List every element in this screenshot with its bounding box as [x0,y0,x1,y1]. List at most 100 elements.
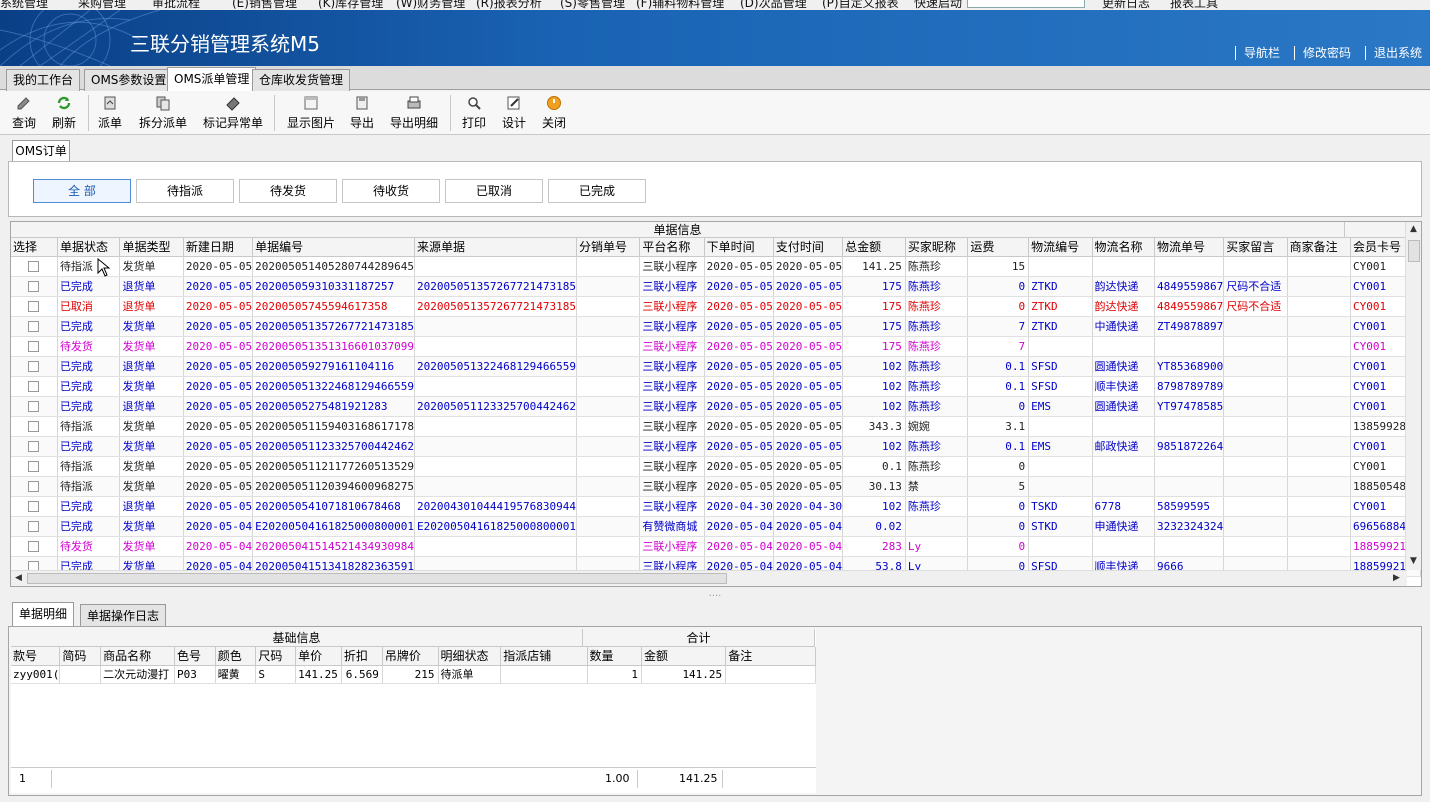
grid-horizontal-scrollbar[interactable]: ◀ ▶ [11,570,1407,586]
tab-warehouse[interactable]: 仓库收发货管理 [252,69,351,91]
grid-vertical-scrollbar[interactable]: ▲ ▼ [1405,222,1421,570]
refresh-button[interactable]: 刷新 [50,95,78,133]
menu-item-5[interactable]: (W)财务管理 [396,0,465,10]
table-row[interactable]: 已完成 退货单 2020-05-05 202005052754819212​83 202… [11,396,1421,417]
column-header[interactable]: 新建日期 [183,238,254,257]
table-row[interactable]: 待指派 发货单 2020-05-05 202005051120394600968275… [11,476,1421,497]
scroll-left-icon[interactable]: ◀ [15,573,22,583]
row-checkbox[interactable] [28,361,40,372]
menu-item-3[interactable]: (E)销售管理 [232,0,297,10]
column-header[interactable]: 商家备注 [1287,238,1351,257]
filter-all-button[interactable]: 全 部 [33,179,131,203]
table-row[interactable]: 已完成 退货单 2020-05-05 202005059310331187257 202… [11,276,1421,297]
menu-item-10[interactable]: (P)自定义报表 [822,0,899,10]
table-row[interactable]: 已完成 发货单 2020-05-05 202005051357267721473185… [11,316,1421,337]
menu-item-11[interactable]: 快速启动 [914,0,962,10]
column-header[interactable]: 物流编号 [1028,238,1093,257]
grid-hscroll-thumb[interactable] [27,573,727,584]
row-checkbox[interactable] [28,301,40,312]
detail-column-header[interactable]: 单价 [295,647,342,666]
table-row[interactable]: 已完成 退货单 2020-05-05 202005054107181067846​8 2… [11,496,1421,517]
row-checkbox[interactable] [28,321,40,332]
column-header[interactable]: 分销单号 [576,238,641,257]
detail-column-header[interactable]: 简码 [59,647,102,666]
tab-oms-dispatch[interactable]: OMS派单管理 [167,67,257,91]
table-row[interactable]: 已取消 退货单 2020-05-05 202005057455946173​58 202… [11,296,1421,317]
grid-vscroll-thumb[interactable] [1408,240,1420,262]
menu-item-6[interactable]: (R)报表分析 [476,0,542,10]
menu-item-1[interactable]: 采购管理 [78,0,126,10]
split-dispatch-button[interactable]: 拆分派单 [138,95,188,133]
column-header[interactable]: 总金额 [842,238,906,257]
scroll-right-icon[interactable]: ▶ [1393,573,1400,583]
menu-item-7[interactable]: (S)零售管理 [560,0,625,10]
filter-cancelled-button[interactable]: 已取消 [445,179,543,203]
menu-item-8[interactable]: (F)辅料物料管理 [636,0,724,10]
detail-column-header[interactable]: 款号 [11,647,61,666]
detail-column-header[interactable]: 商品名称 [100,647,175,666]
row-checkbox[interactable] [28,421,40,432]
row-checkbox[interactable] [28,261,40,272]
design-button[interactable]: 设计 [500,95,528,133]
query-button[interactable]: 查询 [10,95,38,133]
column-header[interactable]: 买家留言 [1223,238,1288,257]
column-header[interactable]: 单据编号 [252,238,416,257]
row-checkbox[interactable] [28,441,40,452]
change-password-link[interactable]: 修改密码 [1293,46,1355,60]
column-header[interactable]: 单据类型 [119,238,184,257]
detail-column-header[interactable]: 备注 [725,647,816,666]
detail-column-header[interactable]: 色号 [174,647,216,666]
menu-item-9[interactable]: (D)次品管理 [740,0,807,10]
menu-item-12[interactable]: 更新日志 [1102,0,1150,10]
row-checkbox[interactable] [28,541,40,552]
nav-bar-link[interactable]: 导航栏 [1234,46,1284,60]
column-header[interactable]: 来源单据 [414,238,577,257]
dispatch-button[interactable]: 派单 [96,95,124,133]
table-row[interactable]: 已完成 退货单 2020-05-05 202005059279161104116 202… [11,356,1421,377]
logout-link[interactable]: 退出系统 [1364,46,1426,60]
column-header[interactable]: 平台名称 [639,238,705,257]
table-row[interactable]: 已完成 发货单 2020-05-04 E202005041618250008000​0… [11,516,1421,537]
table-row[interactable]: 待指派 发货单 2020-05-05 202005051121177260513529… [11,456,1421,477]
quick-launch-input[interactable] [967,0,1085,8]
row-checkbox[interactable] [28,341,40,352]
menu-item-0[interactable]: 系统管理 [0,0,48,10]
table-row[interactable]: 待发货 发货单 2020-05-05 202005051351316601037099… [11,336,1421,357]
mark-exception-button[interactable]: 标记异常单 [202,95,264,133]
table-row[interactable]: 已完成 发货单 2020-05-05 202005051322468129466559… [11,376,1421,397]
detail-column-header[interactable]: 金额 [641,647,727,666]
tab-oms-settings[interactable]: OMS参数设置 [84,69,174,91]
filter-pending-receive-button[interactable]: 待收货 [342,179,440,203]
detail-column-header[interactable]: 指派店铺 [500,647,588,666]
table-row[interactable]: 已完成 发货单 2020-05-05 202005051123325700442462… [11,436,1421,457]
tab-oms-orders[interactable]: OMS订单 [12,140,70,162]
menu-item-4[interactable]: (K)库存管理 [318,0,383,10]
column-header[interactable]: 运费 [967,238,1030,257]
print-button[interactable]: 打印 [460,95,488,133]
show-image-button[interactable]: 显示图片 [286,95,336,133]
tab-operation-log[interactable]: 单据操作日志 [80,604,167,628]
row-checkbox[interactable] [28,461,40,472]
tab-workbench[interactable]: 我的工作台 [6,69,81,91]
column-header[interactable]: 物流单号 [1154,238,1225,257]
detail-column-header[interactable]: 折扣 [341,647,383,666]
detail-column-header[interactable]: 尺码 [255,647,297,666]
scroll-down-icon[interactable]: ▼ [1410,556,1417,566]
close-button[interactable]: 关闭 [540,95,568,133]
detail-column-header[interactable]: 颜色 [215,647,257,666]
row-checkbox[interactable] [28,481,40,492]
table-row[interactable]: 待指派 发货单 2020-05-05 202005051159403168617178… [11,416,1421,437]
table-row[interactable]: 待指派 发货单 2020-05-05 202005051405280744289645… [11,256,1421,277]
row-checkbox[interactable] [28,281,40,292]
row-checkbox[interactable] [28,521,40,532]
detail-column-header[interactable]: 吊牌价 [382,647,439,666]
export-button[interactable]: 导出 [348,95,376,133]
menu-item-2[interactable]: 审批流程 [152,0,200,10]
scroll-up-icon[interactable]: ▲ [1410,224,1417,234]
column-header[interactable]: 单据状态 [57,238,121,257]
filter-completed-button[interactable]: 已完成 [548,179,646,203]
detail-column-header[interactable]: 数量 [587,647,642,666]
row-checkbox[interactable] [28,381,40,392]
column-header[interactable]: 买家昵称 [905,238,969,257]
menu-item-13[interactable]: 报表工具 [1170,0,1218,10]
